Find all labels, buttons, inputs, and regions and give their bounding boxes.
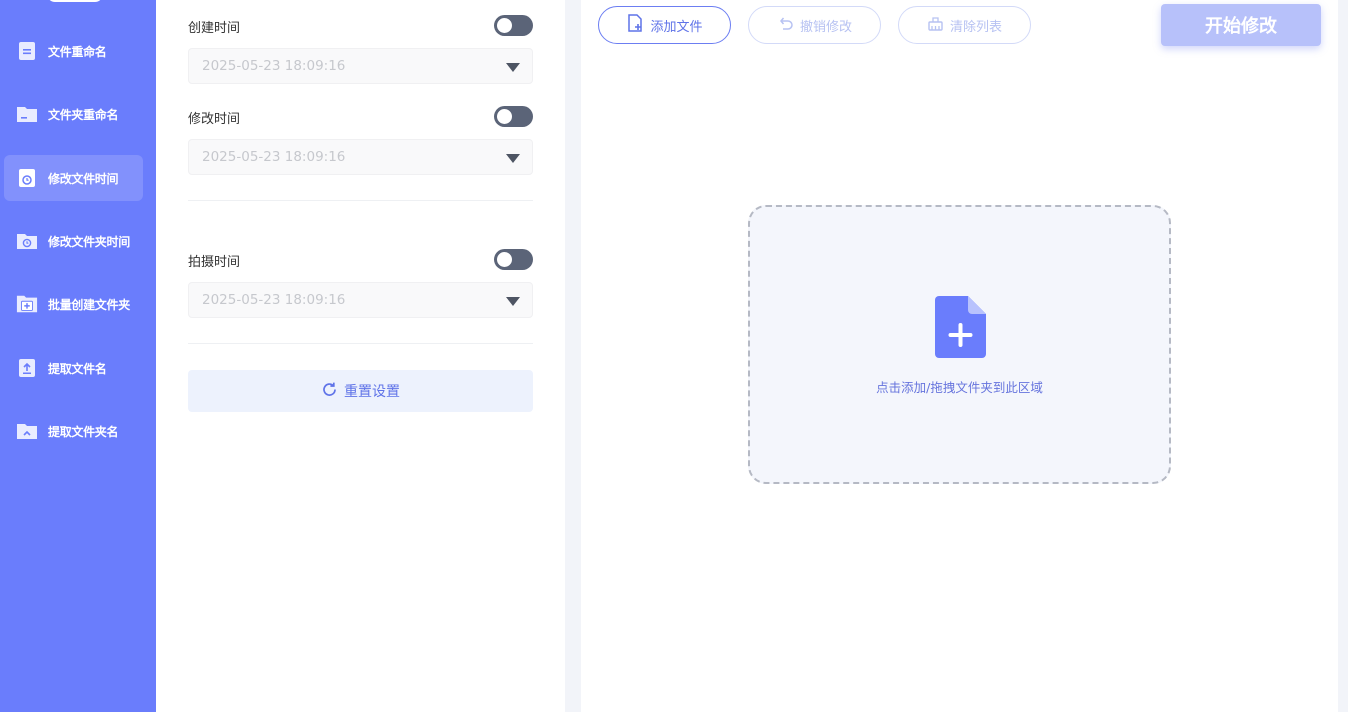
sidebar-item-label: 批量创建文件夹 xyxy=(48,297,130,312)
clear-list-button[interactable]: 清除列表 xyxy=(898,6,1031,44)
undo-icon xyxy=(777,15,794,36)
sidebar-item-label: 提取文件名 xyxy=(48,361,107,376)
created-time-value: 2025-05-23 18:09:16 xyxy=(202,58,346,74)
start-modify-button[interactable]: 开始修改 xyxy=(1161,4,1321,46)
sidebar-item-label: 修改文件夹时间 xyxy=(48,234,130,249)
sidebar-item-file-rename[interactable]: 文件重命名 xyxy=(4,28,143,74)
shot-time-label: 拍摄时间 xyxy=(188,255,241,270)
file-upload-icon xyxy=(16,358,38,378)
sidebar-item-label: 提取文件夹名 xyxy=(48,424,119,439)
add-file-label: 添加文件 xyxy=(650,19,703,35)
sidebar-item-batch-create-folder[interactable]: 批量创建文件夹 xyxy=(4,281,143,327)
sidebar-item-extract-folder-name[interactable]: 提取文件夹名 xyxy=(4,408,143,454)
created-time-select[interactable]: 2025-05-23 18:09:16 xyxy=(188,48,533,84)
refresh-icon xyxy=(321,381,338,402)
folder-plus-icon xyxy=(16,294,38,314)
divider xyxy=(188,343,533,344)
reset-settings-label: 重置设置 xyxy=(344,384,400,400)
add-file-icon xyxy=(626,14,644,36)
created-time-label: 创建时间 xyxy=(188,21,241,36)
dropzone-hint: 点击添加/拖拽文件夹到此区域 xyxy=(876,380,1043,395)
sidebar-item-label: 文件重命名 xyxy=(48,44,107,59)
file-doc-icon xyxy=(16,41,38,61)
file-clock-icon xyxy=(16,168,38,188)
divider xyxy=(188,200,533,201)
folder-icon xyxy=(16,104,38,124)
sidebar-item-modify-folder-time[interactable]: 修改文件夹时间 xyxy=(4,218,143,264)
modified-time-label: 修改时间 xyxy=(188,112,241,127)
caret-down-icon xyxy=(506,63,520,72)
settings-panel: 创建时间 2025-05-23 18:09:16 修改时间 2025-05-23… xyxy=(156,0,565,712)
modified-time-value: 2025-05-23 18:09:16 xyxy=(202,149,346,165)
sidebar-item-modify-file-time[interactable]: 修改文件时间 xyxy=(4,155,143,201)
undo-label: 撤销修改 xyxy=(799,19,852,35)
main-area: 添加文件 撤销修改 清除列表 开始修改 点击添加/拖拽文件夹到此区域 xyxy=(581,0,1338,712)
folder-clock-icon xyxy=(16,231,38,251)
sidebar-item-label: 修改文件时间 xyxy=(48,171,119,186)
add-document-icon xyxy=(935,296,986,362)
sidebar-item-extract-file-name[interactable]: 提取文件名 xyxy=(4,345,143,391)
undo-button[interactable]: 撤销修改 xyxy=(748,6,881,44)
modified-time-select[interactable]: 2025-05-23 18:09:16 xyxy=(188,139,533,175)
sidebar: 文件重命名 文件夹重命名 修改文件时间 修改文件夹时间 批量创建文件夹 提取文件… xyxy=(0,0,156,712)
shot-time-toggle[interactable] xyxy=(494,249,533,270)
start-modify-label: 开始修改 xyxy=(1205,16,1277,37)
modified-time-toggle[interactable] xyxy=(494,106,533,127)
caret-down-icon xyxy=(506,297,520,306)
clear-list-label: 清除列表 xyxy=(949,19,1002,35)
shot-time-select[interactable]: 2025-05-23 18:09:16 xyxy=(188,282,533,318)
created-time-toggle[interactable] xyxy=(494,15,533,36)
sidebar-item-label: 文件夹重命名 xyxy=(48,107,119,122)
shot-time-value: 2025-05-23 18:09:16 xyxy=(202,292,346,308)
reset-settings-button[interactable]: 重置设置 xyxy=(188,370,533,412)
folder-upload-icon xyxy=(16,421,38,441)
file-dropzone[interactable]: 点击添加/拖拽文件夹到此区域 xyxy=(748,205,1171,484)
sidebar-item-folder-rename[interactable]: 文件夹重命名 xyxy=(4,91,143,137)
app-logo xyxy=(47,0,103,2)
add-file-button[interactable]: 添加文件 xyxy=(598,6,731,44)
clear-icon xyxy=(927,15,944,36)
caret-down-icon xyxy=(506,154,520,163)
